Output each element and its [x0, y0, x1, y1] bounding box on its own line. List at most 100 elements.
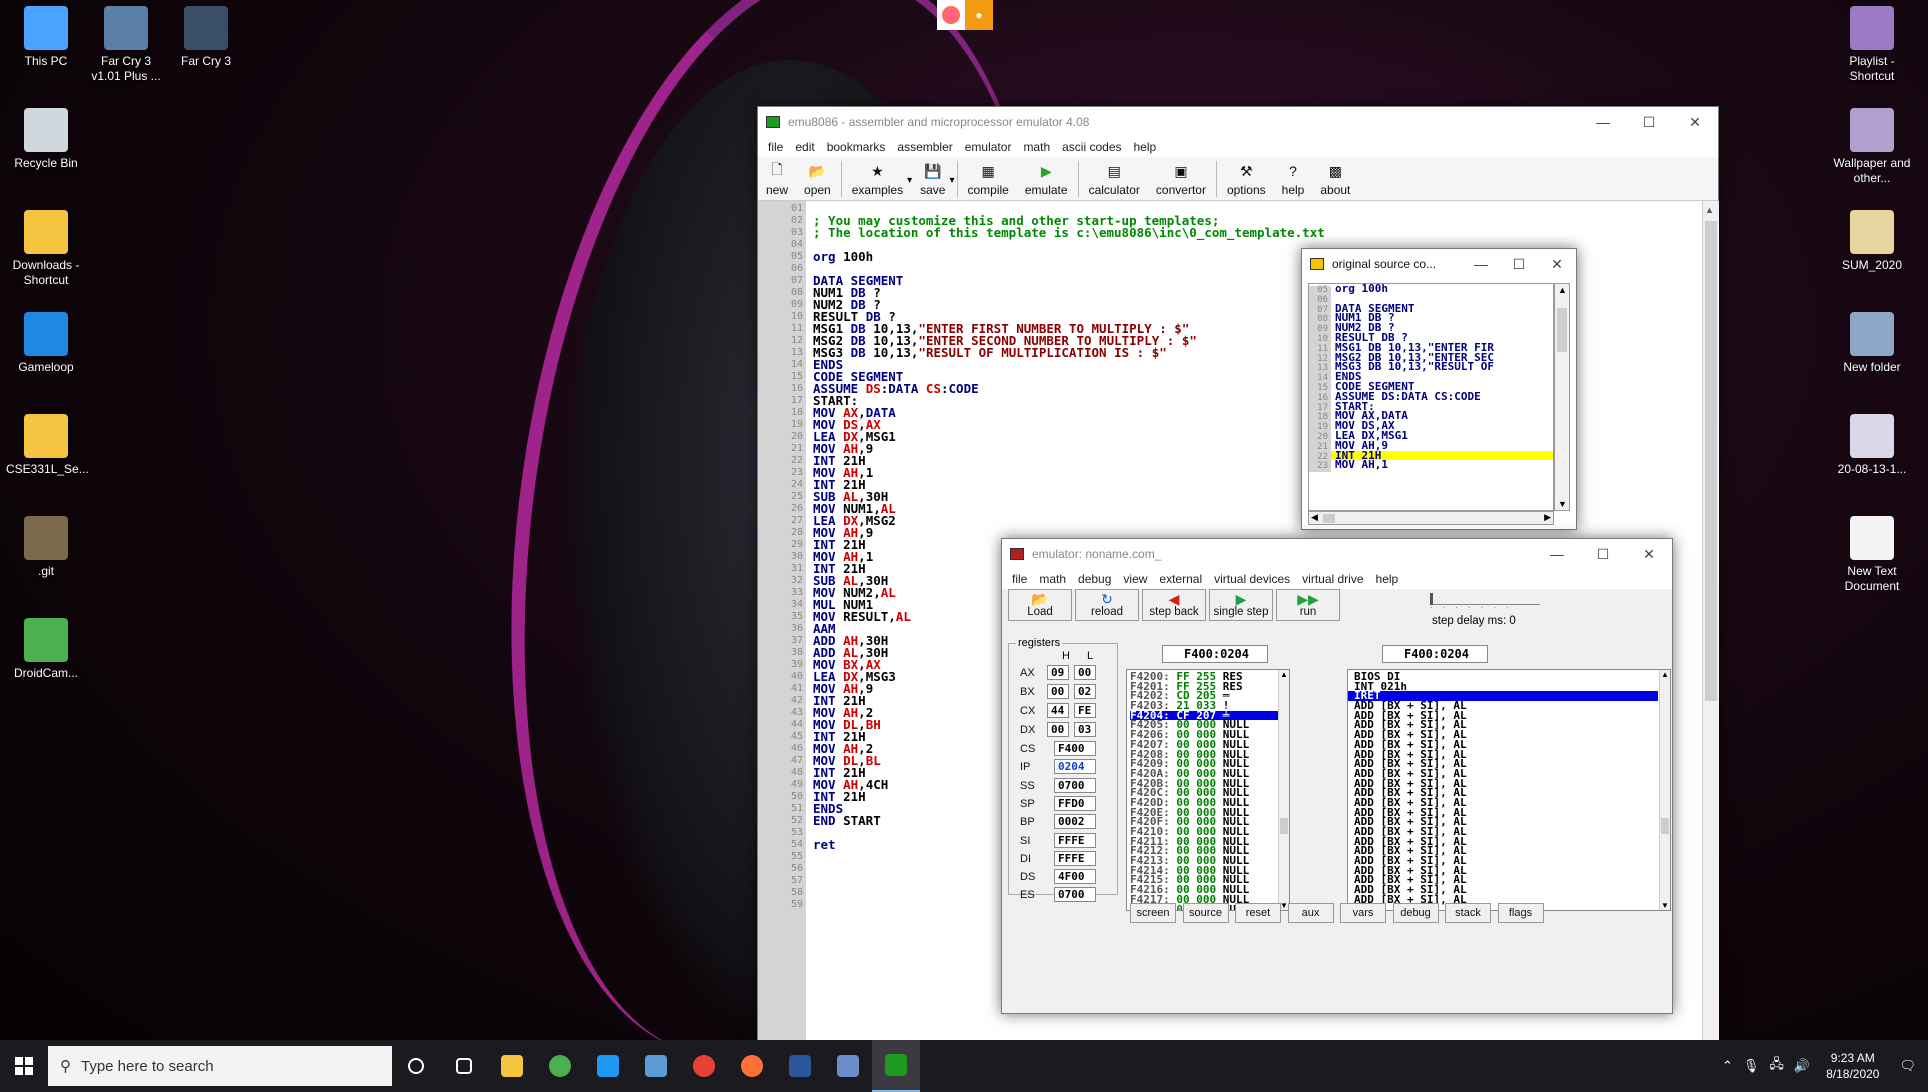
- single-step-button[interactable]: ▶ single step: [1209, 589, 1273, 621]
- emu-menu-debug[interactable]: debug: [1078, 572, 1111, 586]
- step-delay-slider[interactable]: ·······: [1430, 593, 1540, 612]
- register-cs[interactable]: F400: [1054, 741, 1096, 756]
- convertor-button[interactable]: ▣ convertor: [1148, 158, 1214, 200]
- maximize-button[interactable]: ☐: [1626, 114, 1672, 131]
- firefox-taskbar-button[interactable]: [728, 1040, 776, 1092]
- desktop-icon[interactable]: DroidCam...: [6, 618, 86, 681]
- emu-menu-virtual-devices[interactable]: virtual devices: [1214, 572, 1290, 586]
- examples-button[interactable]: ★ examples: [844, 158, 911, 200]
- Load-button[interactable]: 📂 Load: [1008, 589, 1072, 621]
- volume-icon[interactable]: 🔊: [1794, 1058, 1810, 1074]
- register-ss[interactable]: 0700: [1054, 777, 1096, 793]
- flags-button[interactable]: flags: [1497, 903, 1544, 923]
- microphone-icon[interactable]: ●: [965, 0, 993, 30]
- register-cx-high[interactable]: 44: [1047, 703, 1069, 718]
- network-icon[interactable]: 🖧: [1769, 1055, 1784, 1077]
- menu-item-edit[interactable]: edit: [795, 140, 814, 154]
- source-button[interactable]: source: [1182, 903, 1229, 923]
- menu-item-ascii-codes[interactable]: ascii codes: [1062, 140, 1121, 154]
- compile-button[interactable]: ▦ compile: [960, 158, 1017, 200]
- chrome-taskbar-button[interactable]: [680, 1040, 728, 1092]
- reset-button[interactable]: reset: [1235, 903, 1281, 923]
- desktop-icon[interactable]: Playlist - Shortcut: [1832, 6, 1912, 84]
- notifications-icon[interactable]: 🗨: [1899, 1058, 1916, 1074]
- screen-button[interactable]: screen: [1130, 903, 1176, 923]
- menu-item-bookmarks[interactable]: bookmarks: [827, 140, 886, 154]
- word-taskbar-button[interactable]: [776, 1040, 824, 1092]
- dropdown-arrow-icon[interactable]: ▾: [949, 175, 954, 186]
- desktop-icon[interactable]: Downloads - Shortcut: [6, 210, 86, 288]
- emu-menu-view[interactable]: view: [1123, 572, 1147, 586]
- source-minimize-button[interactable]: —: [1462, 256, 1500, 272]
- address-field-left[interactable]: F400:0204: [1162, 645, 1268, 663]
- debug-button[interactable]: debug: [1392, 903, 1439, 923]
- help-button[interactable]: ? help: [1274, 158, 1313, 200]
- desktop-icon[interactable]: This PC: [6, 6, 86, 69]
- emu-menu-external[interactable]: external: [1159, 572, 1202, 586]
- register-si[interactable]: FFFE: [1054, 832, 1096, 848]
- tray-chevron-icon[interactable]: ⌃: [1722, 1058, 1733, 1074]
- new-button[interactable]: 🗋 new: [758, 158, 796, 200]
- desktop-icon[interactable]: Recycle Bin: [6, 108, 86, 171]
- emulator-close-button[interactable]: ✕: [1626, 546, 1672, 563]
- register-dx-high[interactable]: 00: [1047, 722, 1069, 737]
- source-close-button[interactable]: ✕: [1538, 256, 1576, 273]
- microphone-tray-icon[interactable]: 🎙: [1743, 1058, 1760, 1074]
- aux-button[interactable]: aux: [1287, 903, 1334, 923]
- disassembly-scrollbar[interactable]: ▲ ▼: [1659, 670, 1670, 910]
- register-bx-low[interactable]: 02: [1074, 684, 1096, 699]
- register-dx-low[interactable]: 03: [1074, 722, 1096, 737]
- app-store-taskbar-button[interactable]: [584, 1040, 632, 1092]
- menu-item-math[interactable]: math: [1023, 140, 1050, 154]
- desktop-icon[interactable]: SUM_2020: [1832, 210, 1912, 273]
- emu-menu-file[interactable]: file: [1012, 572, 1027, 586]
- source-maximize-button[interactable]: ☐: [1500, 256, 1538, 273]
- emu-menu-help[interactable]: help: [1376, 572, 1399, 586]
- source-v-scrollbar[interactable]: ▲ ▼: [1554, 283, 1570, 511]
- editor-scrollbar[interactable]: ▲: [1702, 201, 1719, 1043]
- clock[interactable]: 9:23 AM 8/18/2020: [1826, 1050, 1879, 1082]
- disassembly-list[interactable]: BIOS DI INT 021h IRET ADD [BX + SI], AL ADD …: [1347, 669, 1671, 911]
- register-di[interactable]: FFFE: [1054, 850, 1096, 866]
- emu-menu-virtual-drive[interactable]: virtual drive: [1302, 572, 1363, 586]
- emu8086-taskbar-button[interactable]: [872, 1040, 920, 1092]
- source-code-view[interactable]: 05 org 100h 06 07 DATA SEGMENT 08 NUM1 DB ? 09 N…: [1308, 283, 1554, 511]
- desktop-icon[interactable]: New Text Document: [1832, 516, 1912, 594]
- editor-scroll-thumb[interactable]: [1705, 221, 1717, 701]
- stack-button[interactable]: stack: [1445, 903, 1491, 923]
- menu-item-help[interactable]: help: [1134, 140, 1157, 154]
- desktop-icon[interactable]: Wallpaper and other...: [1832, 108, 1912, 186]
- register-es[interactable]: 0700: [1054, 887, 1096, 903]
- desktop-icon[interactable]: CSE331L_Se...: [6, 414, 89, 477]
- register-cx-low[interactable]: FE: [1074, 703, 1096, 718]
- cortana-button[interactable]: [392, 1040, 440, 1092]
- memory-scrollbar[interactable]: ▲ ▼: [1278, 670, 1289, 910]
- calculator-button[interactable]: ▤ calculator: [1081, 158, 1148, 200]
- file-explorer-taskbar-button[interactable]: [488, 1040, 536, 1092]
- save-button[interactable]: 💾 save: [912, 158, 953, 200]
- register-sp[interactable]: FFD0: [1054, 795, 1096, 811]
- options-button[interactable]: ⚒ options: [1219, 158, 1274, 200]
- register-ip[interactable]: 0204: [1054, 759, 1096, 775]
- register-ds[interactable]: 4F00: [1054, 869, 1096, 885]
- desktop-icon[interactable]: New folder: [1832, 312, 1912, 375]
- utorrent-taskbar-button[interactable]: [536, 1040, 584, 1092]
- desktop-icon[interactable]: .git: [6, 516, 86, 579]
- emulator-minimize-button[interactable]: —: [1534, 546, 1580, 562]
- task-view-taskbar-button[interactable]: [440, 1040, 488, 1092]
- step-back-button[interactable]: ◀ step back: [1142, 589, 1206, 621]
- minimize-button[interactable]: —: [1580, 114, 1626, 130]
- emu-menu-math[interactable]: math: [1039, 572, 1066, 586]
- emulate-button[interactable]: ▶ emulate: [1017, 158, 1076, 200]
- reload-button[interactable]: ↻ reload: [1075, 589, 1139, 621]
- close-button[interactable]: ✕: [1672, 114, 1718, 131]
- register-bx-high[interactable]: 00: [1047, 684, 1069, 699]
- register-ax-high[interactable]: 09: [1047, 665, 1069, 680]
- register-ax-low[interactable]: 00: [1074, 665, 1096, 680]
- start-button[interactable]: [0, 1040, 48, 1092]
- menu-item-file[interactable]: file: [768, 140, 783, 154]
- source-h-scrollbar[interactable]: ◀ ▶: [1308, 511, 1554, 525]
- register-bp[interactable]: 0002: [1054, 814, 1096, 830]
- files-app-taskbar-button[interactable]: [632, 1040, 680, 1092]
- desktop-icon[interactable]: Far Cry 3: [166, 6, 246, 69]
